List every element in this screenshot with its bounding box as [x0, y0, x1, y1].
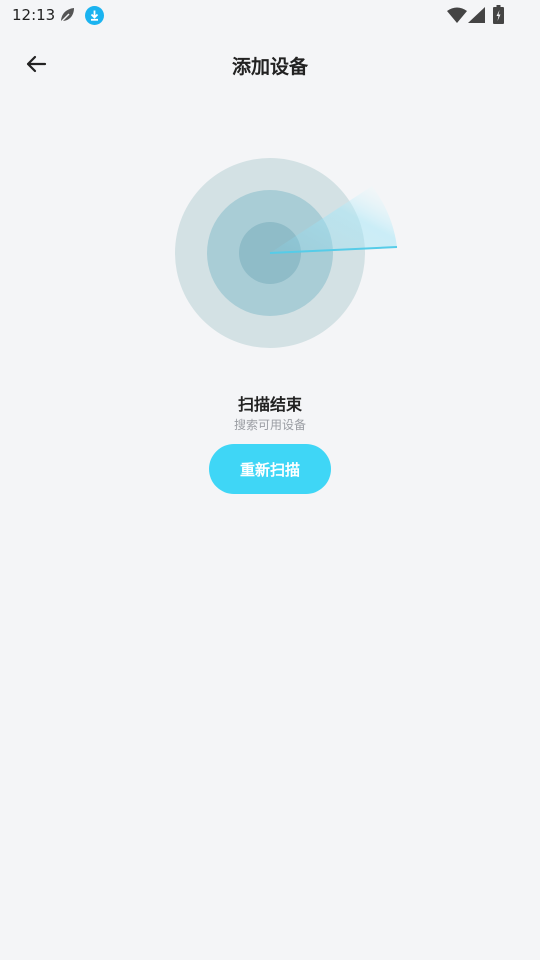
wifi-icon — [447, 7, 467, 27]
scan-status-title: 扫描结束 — [237, 395, 302, 414]
signal-icon — [468, 7, 485, 27]
download-icon — [85, 6, 104, 29]
battery-icon — [493, 5, 504, 28]
rescan-button[interactable]: 重新扫描 — [209, 444, 331, 494]
leaf-icon — [58, 6, 76, 28]
page-title: 添加设备 — [231, 56, 308, 78]
app-bar: 添加设备 — [0, 38, 540, 94]
status-time: 12:13 — [12, 6, 56, 24]
radar-scan-graphic — [160, 150, 410, 360]
status-bar: 12:13 — [0, 0, 540, 32]
scan-status-subtitle: 搜索可用设备 — [233, 418, 306, 432]
